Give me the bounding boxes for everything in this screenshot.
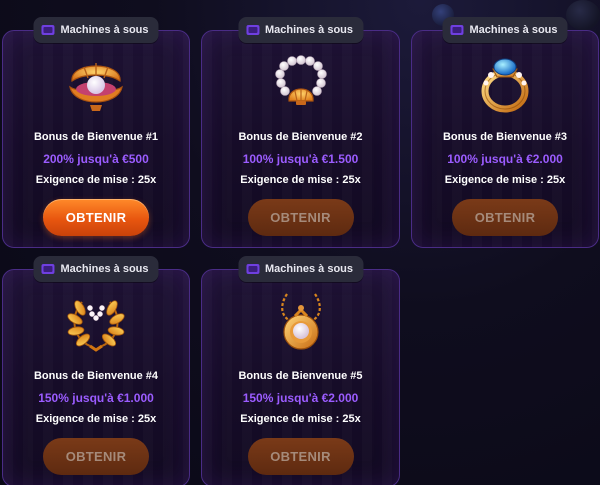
slot-machine-icon — [41, 264, 55, 274]
claim-button[interactable]: OBTENIR — [452, 199, 558, 236]
category-tag: Machines à sous — [237, 256, 364, 282]
category-tag: Machines à sous — [33, 17, 159, 43]
bonus-offer: 200% jusqu'à €500 — [43, 152, 149, 166]
bonus-offer: 100% jusqu'à €2.000 — [447, 152, 563, 166]
bonus-title: Bonus de Bienvenue #2 — [238, 131, 363, 143]
bonus-offer: 150% jusqu'à €2.000 — [242, 391, 359, 405]
bonus-card-5: Machines à sous Bonus de Bienvenue #5 15… — [201, 256, 400, 485]
category-label: Machines à sous — [60, 263, 149, 275]
pearl-shell-icon — [60, 47, 132, 119]
category-label: Machines à sous — [264, 24, 354, 36]
claim-button[interactable]: OBTENIR — [247, 199, 354, 236]
bonus-title: Bonus de Bienvenue #4 — [33, 370, 159, 382]
claim-button[interactable]: OBTENIR — [247, 438, 354, 475]
slot-machine-icon — [245, 25, 259, 35]
category-label: Machines à sous — [264, 263, 354, 275]
bonus-offer: 100% jusqu'à €1.500 — [242, 152, 359, 166]
wager-requirement: Exigence de mise : 25x — [35, 413, 157, 425]
bonus-title: Bonus de Bienvenue #1 — [33, 131, 159, 143]
gold-ring-icon — [469, 47, 541, 119]
laurel-wreath-icon — [60, 286, 132, 358]
bonus-title: Bonus de Bienvenue #3 — [442, 131, 568, 143]
claim-button[interactable]: OBTENIR — [43, 199, 149, 236]
wager-requirement: Exigence de mise : 25x — [240, 413, 361, 425]
category-tag: Machines à sous — [33, 256, 159, 282]
wager-requirement: Exigence de mise : 25x — [444, 174, 566, 186]
pearl-pendant-icon — [265, 286, 337, 358]
category-label: Machines à sous — [469, 24, 558, 36]
claim-button[interactable]: OBTENIR — [43, 438, 149, 475]
category-label: Machines à sous — [60, 24, 149, 36]
bonus-card-1: Machines à sous Bonus de Bienvenue #1 20… — [2, 17, 190, 248]
bonus-card-3: Machines à sous Bonus de Bienvenue #3 10… — [411, 17, 599, 248]
wager-requirement: Exigence de mise : 25x — [240, 174, 361, 186]
bonus-card-4: Machines à sous Bonus de Bienvenue #4 15… — [2, 256, 190, 485]
slot-machine-icon — [245, 264, 259, 274]
background-orb — [566, 0, 600, 30]
slot-machine-icon — [450, 25, 464, 35]
category-tag: Machines à sous — [237, 17, 364, 43]
slot-machine-icon — [41, 25, 55, 35]
bonus-title: Bonus de Bienvenue #5 — [238, 370, 363, 382]
category-tag: Machines à sous — [442, 17, 568, 43]
bonus-offer: 150% jusqu'à €1.000 — [38, 391, 154, 405]
bonus-card-2: Machines à sous Bonus de Bienvenue #2 10… — [201, 17, 400, 248]
wager-requirement: Exigence de mise : 25x — [35, 174, 157, 186]
pearl-necklace-shell-icon — [265, 47, 337, 119]
